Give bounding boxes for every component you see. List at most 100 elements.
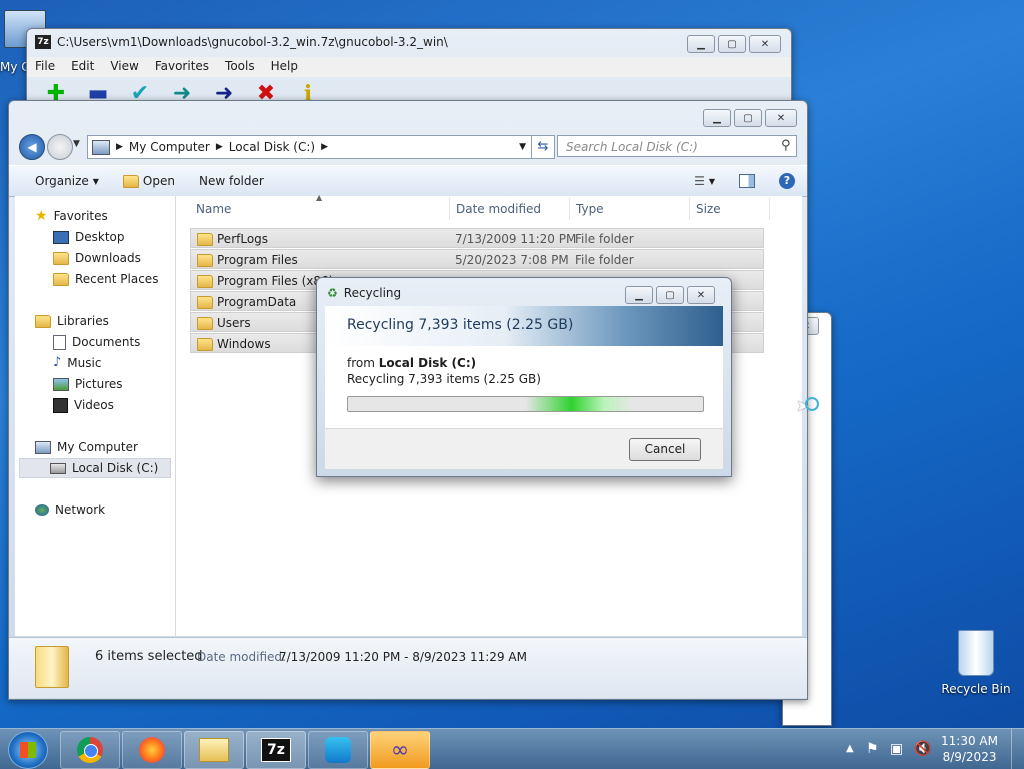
menu-help[interactable]: Help [263, 57, 306, 77]
menu-file[interactable]: File [27, 57, 63, 77]
file-name: PerfLogs [217, 232, 269, 246]
recent-pages-dropdown[interactable]: ▼ [73, 139, 80, 149]
breadcrumb-separator-icon: ▶ [215, 142, 223, 152]
taskbar-app[interactable] [308, 731, 368, 769]
preview-pane-icon [739, 174, 755, 188]
nav-network[interactable]: Network [35, 500, 105, 520]
firefox-icon [139, 737, 165, 763]
from-line: from Local Disk (C:) [347, 356, 476, 370]
nav-item-pictures[interactable]: Pictures [53, 374, 123, 394]
close-button[interactable]: ✕ [687, 286, 715, 304]
back-button[interactable]: ◀ [19, 134, 45, 160]
menu-edit[interactable]: Edit [63, 57, 102, 77]
menu-view[interactable]: View [102, 57, 146, 77]
menu-tools[interactable]: Tools [217, 57, 263, 77]
close-button[interactable]: ✕ [749, 35, 781, 53]
show-hidden-icons[interactable]: ▲ [846, 743, 854, 754]
maximize-button[interactable]: ▢ [718, 35, 746, 53]
arrow-left-icon: ◀ [27, 140, 37, 154]
recycle-bin-icon [958, 630, 994, 676]
network-status-icon[interactable]: ▣ [890, 741, 903, 757]
help-icon: ? [779, 173, 795, 189]
file-name: Users [217, 316, 251, 330]
help-button[interactable]: ? [767, 173, 807, 189]
column-header-type[interactable]: Type [570, 198, 690, 220]
nav-label: Desktop [75, 230, 125, 244]
maximize-button[interactable]: ▢ [734, 109, 762, 127]
7zip-icon: 7z [261, 738, 291, 762]
column-header-date[interactable]: Date modified [450, 198, 570, 220]
caption-buttons: ▁ ▢ ✕ [703, 109, 797, 127]
show-desktop-button[interactable] [1011, 729, 1024, 769]
nav-my-computer[interactable]: My Computer [35, 437, 138, 457]
infinity-icon: ∞ [390, 737, 410, 763]
pictures-icon [53, 377, 69, 391]
taskbar-chrome[interactable] [60, 731, 120, 769]
dialog-header: Recycling 7,393 items (2.25 GB) [325, 306, 723, 346]
file-type: File folder [575, 232, 634, 246]
taskbar-7zip[interactable]: 7z [246, 731, 306, 769]
new-folder-button[interactable]: New folder [187, 174, 276, 188]
close-button[interactable]: ✕ [765, 109, 797, 127]
table-row[interactable]: Program Files 5/20/2023 7:08 PM File fol… [190, 249, 764, 269]
minimize-button[interactable]: ▁ [625, 286, 653, 304]
breadcrumb-item[interactable]: My Computer [129, 140, 210, 154]
drive-icon [50, 462, 66, 474]
nav-libraries[interactable]: Libraries [35, 311, 109, 331]
action-center-icon[interactable]: ⚑ [866, 741, 879, 757]
7zip-app-icon: 7z [35, 35, 51, 49]
computer-icon [35, 440, 51, 454]
minimize-button[interactable]: ▁ [687, 35, 715, 53]
folder-stack-icon [35, 646, 69, 688]
nav-item-music[interactable]: ♪ Music [53, 353, 101, 373]
nav-item-videos[interactable]: Videos [53, 395, 114, 415]
menu-favorites[interactable]: Favorites [147, 57, 217, 77]
nav-item-downloads[interactable]: Downloads [53, 248, 141, 268]
start-button[interactable] [8, 731, 48, 769]
chrome-icon [77, 737, 103, 763]
organize-button[interactable]: Organize ▼ [9, 174, 111, 188]
search-icon[interactable]: ⚲ [781, 138, 791, 153]
table-row[interactable]: PerfLogs 7/13/2009 11:20 PM File folder [190, 228, 764, 248]
file-date: 5/20/2023 7:08 PM [455, 253, 569, 267]
search-input[interactable]: Search Local Disk (C:) [557, 135, 797, 157]
view-options-button[interactable]: ☰ ▼ [682, 174, 727, 188]
dialog-heading: Recycling 7,393 items (2.25 GB) [347, 317, 574, 333]
volume-muted-icon[interactable]: 🔇 [914, 741, 931, 757]
nav-label: Network [55, 503, 106, 517]
taskbar-windbg[interactable]: ∞ [370, 731, 430, 769]
desktop-icon [53, 230, 69, 244]
recycle-icon: ♻ [327, 286, 338, 300]
from-label: from [347, 356, 375, 370]
maximize-button[interactable]: ▢ [656, 286, 684, 304]
nav-item-documents[interactable]: Documents [53, 332, 140, 352]
nav-item-desktop[interactable]: Desktop [53, 227, 125, 247]
address-bar[interactable]: ▶ My Computer ▶ Local Disk (C:) ▶ ▼ [87, 135, 533, 159]
clock-time: 11:30 AM [941, 734, 998, 748]
cancel-button[interactable]: Cancel [629, 438, 701, 461]
file-name: Windows [217, 337, 271, 351]
breadcrumb-item[interactable]: Local Disk (C:) [229, 140, 315, 154]
forward-button[interactable] [47, 134, 73, 160]
minimize-button[interactable]: ▁ [703, 109, 731, 127]
nav-label: Pictures [75, 377, 123, 391]
navigation-pane: ★ Favorites Desktop Downloads Recent Pla… [15, 196, 175, 636]
column-header-size[interactable]: Size [690, 198, 770, 220]
star-icon: ★ [35, 208, 48, 224]
videos-icon [53, 397, 68, 413]
taskbar-file-manager[interactable] [184, 731, 244, 769]
window-titlebar: 7z C:\Users\vm1\Downloads\gnucobol-3.2_w… [35, 35, 448, 49]
nav-item-local-disk[interactable]: Local Disk (C:) [19, 458, 171, 478]
address-dropdown-icon[interactable]: ▼ [519, 142, 526, 152]
open-button[interactable]: Open [111, 174, 187, 188]
nav-favorites[interactable]: ★ Favorites [35, 206, 108, 226]
desktop-icon-recycle-bin[interactable]: Recycle Bin [940, 630, 1012, 696]
nav-label: Libraries [57, 314, 109, 328]
taskbar-firefox[interactable] [122, 731, 182, 769]
preview-pane-button[interactable] [727, 174, 767, 188]
system-clock[interactable]: 11:30 AM 8/9/2023 [941, 733, 998, 765]
refresh-button[interactable]: ⇆ [531, 135, 555, 159]
nav-item-recent-places[interactable]: Recent Places [53, 269, 158, 289]
taskbar: 7z ∞ ▲ ⚑ ▣ 🔇 11:30 AM 8/9/2023 [0, 728, 1024, 769]
dialog-footer: Cancel [325, 428, 723, 469]
